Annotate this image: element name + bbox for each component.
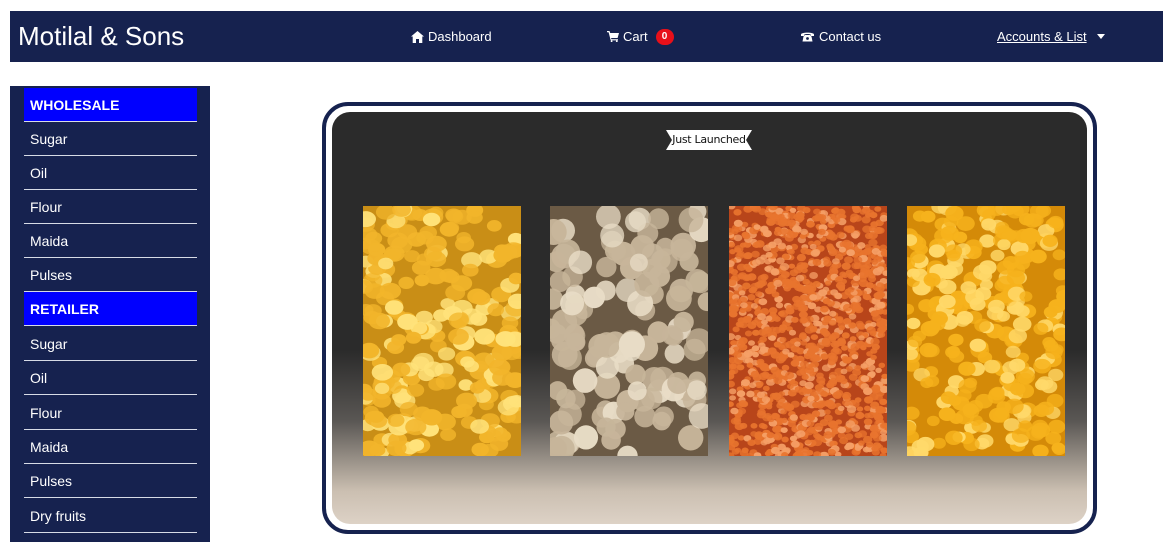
nav-cart-label: Cart: [623, 29, 648, 44]
product-showcase: Just Launched: [322, 102, 1097, 534]
cart-count-badge: 0: [655, 28, 674, 45]
nav-contact-label: Contact us: [819, 29, 882, 44]
masoor-dal-image: [729, 206, 887, 456]
sidebar-item-wholesale-oil[interactable]: Oil: [24, 156, 197, 190]
top-navbar: Motilal & Sons Dashboard Cart 0 Contact …: [10, 11, 1163, 62]
ribbon-label: Just Launched: [672, 133, 746, 146]
accounts-dropdown[interactable]: Accounts & List: [997, 11, 1105, 62]
nav-contact[interactable]: Contact us: [800, 11, 881, 62]
just-launched-ribbon: Just Launched: [666, 130, 752, 150]
product-image-1[interactable]: [363, 206, 521, 456]
showcase-panel: Just Launched: [332, 112, 1087, 524]
sidebar-item-wholesale-flour[interactable]: Flour: [24, 190, 197, 224]
product-image-2[interactable]: [550, 206, 708, 456]
brand-title[interactable]: Motilal & Sons: [18, 21, 184, 52]
category-sidebar: WHOLESALE Sugar Oil Flour Maida Pulses R…: [10, 86, 210, 542]
sidebar-heading-retailer[interactable]: RETAILER: [24, 292, 197, 326]
phone-icon: [801, 32, 814, 42]
sidebar-item-retailer-dry-fruits[interactable]: Dry fruits: [24, 499, 197, 533]
chevron-down-icon: [1096, 34, 1105, 39]
chickpea-image: [550, 206, 708, 456]
chana-dal-image: [363, 206, 521, 456]
accounts-label: Accounts & List: [997, 29, 1087, 44]
sidebar-item-wholesale-sugar[interactable]: Sugar: [24, 122, 197, 156]
sidebar-heading-wholesale[interactable]: WHOLESALE: [24, 88, 197, 122]
product-image-3[interactable]: [729, 206, 887, 456]
product-image-4[interactable]: [907, 206, 1065, 456]
sidebar-item-retailer-pulses[interactable]: Pulses: [24, 464, 197, 498]
sidebar-item-retailer-flour[interactable]: Flour: [24, 396, 197, 430]
cart-icon: [607, 31, 619, 42]
nav-dashboard[interactable]: Dashboard: [411, 11, 492, 62]
sidebar-item-retailer-maida[interactable]: Maida: [24, 430, 197, 464]
toor-dal-image: [907, 206, 1065, 456]
sidebar-item-retailer-sugar[interactable]: Sugar: [24, 327, 197, 361]
nav-cart[interactable]: Cart 0: [607, 11, 674, 62]
sidebar-item-wholesale-pulses[interactable]: Pulses: [24, 258, 197, 292]
nav-dashboard-label: Dashboard: [428, 29, 492, 44]
home-icon: [411, 30, 424, 43]
sidebar-item-retailer-oil[interactable]: Oil: [24, 361, 197, 395]
sidebar-item-wholesale-maida[interactable]: Maida: [24, 224, 197, 258]
